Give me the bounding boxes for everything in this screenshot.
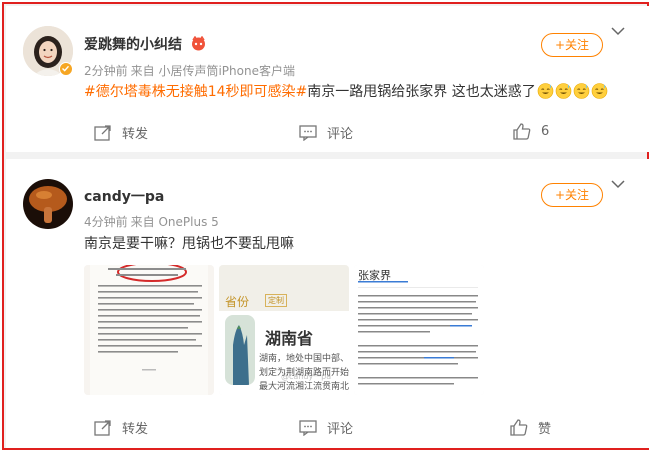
vip-badge-icon [190, 35, 207, 51]
comment-button[interactable]: 评论 [299, 418, 353, 437]
repost-label: 转发 [122, 127, 149, 142]
post-source: 来自 小居传声筒iPhone客户端 [130, 64, 295, 78]
post-image[interactable]: 张家界 [354, 265, 484, 395]
post-source: 来自 OnePlus 5 [130, 215, 219, 229]
username[interactable]: candy一pa [84, 186, 164, 206]
comment-label: 评论 [327, 422, 354, 437]
post-text: 南京一路甩锅给张家界 这也太迷惑了 [307, 84, 536, 100]
mountain-photo [225, 315, 255, 385]
username[interactable]: 爱跳舞的小纠结 [84, 34, 182, 54]
post-meta: 2分钟前 来自 小居传声筒iPhone客户端 [84, 62, 298, 79]
thumbs-up-icon [510, 419, 528, 436]
post-image[interactable]: 省份 定制 湖南省 湖南，地处中国中部、长江 划定为荆湖南路而开始简称 最大河流… [219, 265, 349, 395]
like-count: 6 [541, 124, 550, 139]
repost-button[interactable]: 转发 [94, 123, 148, 142]
card-badge: 定制 [265, 294, 287, 307]
verified-badge-icon [59, 62, 73, 76]
document-scan-image [84, 265, 214, 395]
post-time[interactable]: 4分钟前 [84, 215, 128, 229]
follow-button[interactable]: +关注 [541, 33, 603, 57]
article-text-lines [358, 281, 478, 385]
post-image[interactable] [84, 265, 214, 395]
post-content: #德尔塔毒株无接触14秒即可感染#南京一路甩锅给张家界 这也太迷惑了 [84, 82, 608, 102]
topic-link[interactable]: #德尔塔毒株无接触14秒即可感染# [84, 84, 307, 100]
avatar[interactable] [23, 179, 73, 229]
repost-label: 转发 [122, 422, 149, 437]
like-button[interactable]: 6 [513, 123, 549, 140]
sweat-smile-emoji [573, 83, 590, 99]
post-time[interactable]: 2分钟前 [84, 64, 128, 78]
card-header: 省份 [225, 295, 250, 309]
follow-button[interactable]: +关注 [541, 183, 603, 207]
like-button[interactable]: 赞 [510, 418, 551, 437]
post-text: 南京是要干嘛？甩锅也不要乱甩嘛 [84, 236, 294, 252]
like-label: 赞 [538, 422, 552, 437]
sweat-smile-emoji [555, 83, 572, 99]
card-line: 湖南，地处中国中部、长江 [259, 354, 349, 364]
card-title: 湖南省 [265, 329, 314, 348]
post-meta: 4分钟前 来自 OnePlus 5 [84, 213, 222, 230]
repost-icon [94, 419, 111, 436]
repost-icon [94, 124, 111, 141]
comment-label: 评论 [327, 127, 354, 142]
comment-icon [299, 419, 317, 436]
chevron-down-icon[interactable] [610, 179, 626, 189]
image-watermark: @candy一pa [281, 372, 332, 381]
post-card: 爱跳舞的小纠结 2分钟前 来自 小居传声筒iPhone客户端 +关注 #德尔塔毒株… [6, 6, 649, 152]
thumbs-up-icon [513, 123, 531, 140]
sweat-smile-emoji [537, 83, 554, 99]
comment-button[interactable]: 评论 [299, 123, 353, 142]
comment-icon [299, 124, 317, 141]
chevron-down-icon[interactable] [610, 26, 626, 36]
repost-button[interactable]: 转发 [94, 418, 148, 437]
feed-frame: 爱跳舞的小纠结 2分钟前 来自 小居传声筒iPhone客户端 +关注 #德尔塔毒株… [2, 2, 649, 450]
post-card: candy一pa 4分钟前 来自 OnePlus 5 +关注 南京是要干嘛？甩锅也… [6, 159, 649, 448]
sweat-smile-emoji [591, 83, 608, 99]
